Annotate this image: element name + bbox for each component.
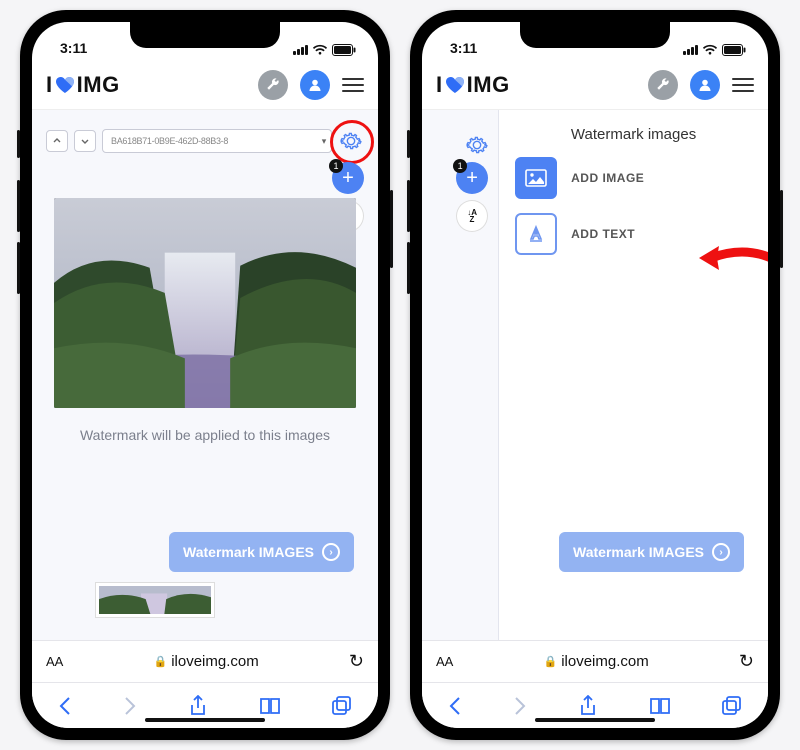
wifi-icon [702, 44, 718, 56]
share-button[interactable] [579, 695, 597, 717]
logo-prefix: I [436, 72, 443, 98]
home-indicator[interactable] [145, 718, 265, 722]
back-button[interactable] [448, 696, 462, 716]
logo-suffix: IMG [77, 72, 120, 98]
thumbnail-row [95, 582, 315, 618]
status-time: 3:11 [450, 40, 477, 56]
reload-button[interactable]: ↻ [349, 651, 364, 672]
caption: Watermark will be applied to this images [32, 408, 378, 445]
arrow-right-icon: › [322, 543, 340, 561]
app-header: I IMG [32, 60, 378, 110]
arrow-right-icon: › [712, 543, 730, 561]
logo-suffix: IMG [467, 72, 510, 98]
tools-button[interactable] [648, 70, 678, 100]
sort-button[interactable]: ↓A Z [456, 200, 488, 232]
add-image-label: ADD IMAGE [571, 171, 644, 185]
battery-icon [332, 44, 356, 56]
url-text: iloveimg.com [561, 653, 649, 670]
account-button[interactable] [690, 70, 720, 100]
bookmarks-button[interactable] [649, 697, 671, 715]
file-select[interactable]: BA618B71-0B9E-462D-88B3-8 [102, 129, 332, 153]
cellular-icon [293, 45, 308, 55]
forward-button[interactable] [513, 696, 527, 716]
cellular-icon [683, 45, 698, 55]
logo-prefix: I [46, 72, 53, 98]
tabs-button[interactable] [332, 696, 352, 716]
status-time: 3:11 [60, 40, 87, 56]
settings-button[interactable] [338, 128, 364, 154]
text-icon [515, 213, 557, 255]
url[interactable]: 🔒 iloveimg.com [461, 653, 731, 670]
watermark-button[interactable]: Watermark IMAGES › [559, 532, 744, 572]
lock-icon: 🔒 [544, 655, 558, 668]
image-preview [54, 198, 356, 408]
share-button[interactable] [189, 695, 207, 717]
url-text: iloveimg.com [171, 653, 259, 670]
url[interactable]: 🔒 iloveimg.com [71, 653, 341, 670]
logo[interactable]: I IMG [436, 72, 510, 98]
count-badge: 1 [329, 159, 343, 173]
app-header: I IMG [422, 60, 768, 110]
cta-label: Watermark IMAGES [183, 544, 314, 560]
back-button[interactable] [58, 696, 72, 716]
add-text-label: ADD TEXT [571, 227, 635, 241]
wifi-icon [312, 44, 328, 56]
next-file-button[interactable] [74, 130, 96, 152]
watermark-button[interactable]: Watermark IMAGES › [169, 532, 354, 572]
bookmarks-button[interactable] [259, 697, 281, 715]
browser-address-bar[interactable]: AA 🔒 iloveimg.com ↻ [422, 640, 768, 682]
add-button[interactable]: + 1 [332, 162, 364, 194]
count-badge: 1 [453, 159, 467, 173]
tabs-button[interactable] [722, 696, 742, 716]
underlying-content: + 1 ↓A Z [422, 110, 498, 640]
battery-icon [722, 44, 746, 56]
menu-button[interactable] [732, 78, 754, 92]
prev-file-button[interactable] [46, 130, 68, 152]
forward-button[interactable] [123, 696, 137, 716]
tools-button[interactable] [258, 70, 288, 100]
add-image-option[interactable]: ADD IMAGE [515, 157, 752, 199]
text-size-button[interactable]: AA [46, 654, 63, 669]
account-button[interactable] [300, 70, 330, 100]
menu-button[interactable] [342, 78, 364, 92]
text-size-button[interactable]: AA [436, 654, 453, 669]
heart-icon [55, 76, 75, 94]
logo[interactable]: I IMG [46, 72, 120, 98]
toolbar: BA618B71-0B9E-462D-88B3-8 [32, 110, 378, 154]
panel-title: Watermark images [499, 110, 768, 157]
add-text-option[interactable]: ADD TEXT [515, 213, 752, 255]
cta-label: Watermark IMAGES [573, 544, 704, 560]
thumbnail[interactable] [95, 582, 215, 618]
browser-address-bar[interactable]: AA 🔒 iloveimg.com ↻ [32, 640, 378, 682]
reload-button[interactable]: ↻ [739, 651, 754, 672]
heart-icon [445, 76, 465, 94]
lock-icon: 🔒 [154, 655, 168, 668]
settings-button[interactable] [464, 132, 490, 158]
add-button[interactable]: + 1 [456, 162, 488, 194]
home-indicator[interactable] [535, 718, 655, 722]
image-icon [515, 157, 557, 199]
